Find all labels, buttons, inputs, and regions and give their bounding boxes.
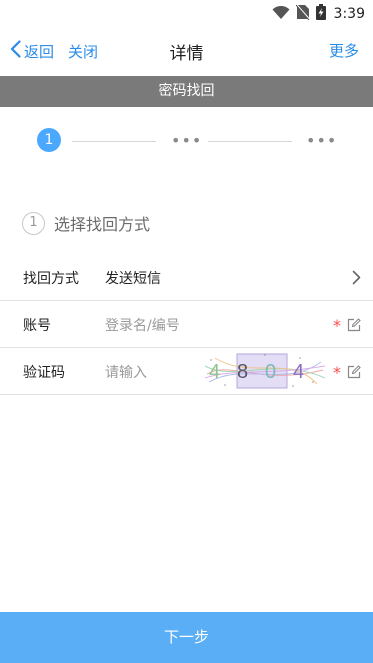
method-section-title: 1 选择找回方式 <box>22 211 150 235</box>
recovery-form: 找回方式 发送短信 账号 登录名/编号 * 验证码 请输入 4 8 0 4 * <box>0 254 373 395</box>
recovery-method-value: 发送短信 <box>105 271 161 287</box>
required-marker: * <box>333 363 341 382</box>
captcha-digit: 4 <box>209 361 220 383</box>
chevron-right-icon <box>352 270 361 289</box>
captcha-image[interactable]: 4 8 0 4 <box>204 352 326 390</box>
captcha-label: 验证码 <box>23 365 65 381</box>
next-step-button[interactable]: 下一步 <box>0 612 373 663</box>
chevron-left-icon <box>10 40 24 62</box>
account-label: 账号 <box>23 318 51 334</box>
step-3-pending: ••• <box>306 131 338 150</box>
step-connector <box>208 141 292 142</box>
captcha-digit: 8 <box>237 361 248 383</box>
step-1-active: 1 <box>37 128 61 152</box>
wifi-icon <box>272 5 290 24</box>
recovery-method-label: 找回方式 <box>23 271 79 287</box>
back-label: 返回 <box>24 42 55 61</box>
edit-icon[interactable] <box>347 317 361 336</box>
captcha-digit: 4 <box>293 361 304 383</box>
captcha-input[interactable]: 请输入 <box>105 362 147 382</box>
step-indicator: 1 ••• ••• <box>0 128 373 154</box>
account-input[interactable]: 登录名/编号 <box>105 315 180 335</box>
no-sim-icon <box>294 3 311 24</box>
nav-left: 返回 关闭 <box>10 40 98 62</box>
section-header: 密码找回 <box>0 76 373 107</box>
captcha-digit: 0 <box>265 361 276 383</box>
status-bar: 3:39 <box>0 0 373 26</box>
back-button[interactable]: 返回 <box>10 40 54 62</box>
method-title-label: 选择找回方式 <box>54 215 151 234</box>
more-button[interactable]: 更多 <box>329 40 359 61</box>
method-step-number: 1 <box>22 211 45 235</box>
captcha-row: 验证码 请输入 4 8 0 4 * <box>0 348 373 395</box>
nav-bar: 返回 关闭 详情 更多 <box>0 26 373 76</box>
battery-charging-icon <box>315 4 326 24</box>
required-marker: * <box>333 316 341 335</box>
step-connector <box>72 141 156 142</box>
close-button[interactable]: 关闭 <box>68 41 98 62</box>
step-2-pending: ••• <box>171 131 203 150</box>
recovery-method-row[interactable]: 找回方式 发送短信 <box>0 254 373 301</box>
edit-icon[interactable] <box>347 364 361 383</box>
account-row: 账号 登录名/编号 * <box>0 301 373 348</box>
status-icons: 3:39 <box>272 3 365 24</box>
status-time: 3:39 <box>333 6 365 22</box>
